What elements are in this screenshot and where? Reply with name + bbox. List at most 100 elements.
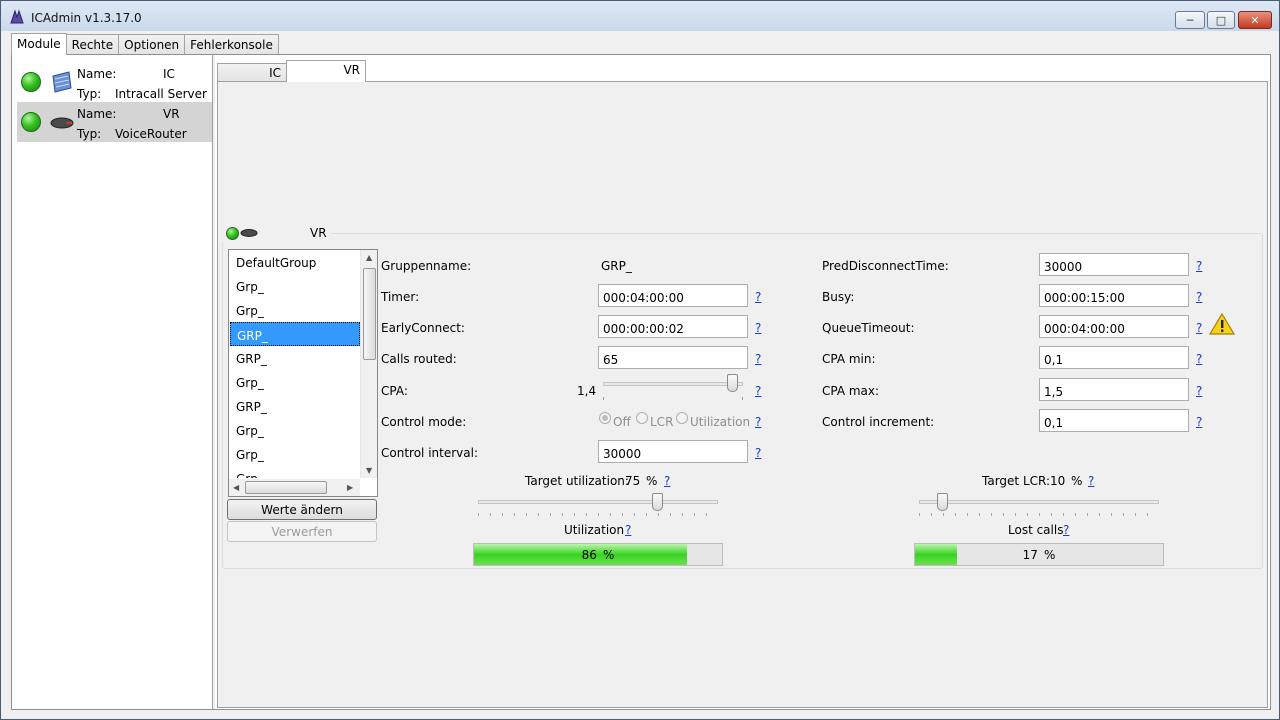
help-link[interactable]: ? (1196, 290, 1202, 304)
help-link[interactable]: ? (755, 415, 761, 429)
tab-module-vr[interactable]: VR (286, 60, 366, 82)
group-list[interactable]: DefaultGroup Grp_ Grp_ GRP_ GRP_ Grp_ GR… (228, 249, 378, 497)
minimize-icon: ─ (1186, 13, 1194, 27)
control-increment-label: Control increment: (822, 415, 935, 429)
help-link[interactable]: ? (755, 321, 761, 335)
module-tab-strip: IC VR (217, 60, 366, 82)
control-interval-label: Control interval: (381, 446, 478, 460)
radio-utilization-label: Utilization (690, 415, 751, 429)
vertical-scroll-thumb[interactable] (363, 268, 376, 360)
target-lcr-slider-track[interactable] (919, 500, 1159, 504)
cpa-min-field[interactable] (1039, 346, 1189, 369)
scroll-right-icon[interactable]: ▶ (347, 483, 353, 492)
list-item[interactable]: Grp_ (230, 466, 360, 478)
module-name-value: VR (163, 107, 180, 121)
early-connect-label: EarlyConnect: (381, 321, 465, 335)
module-tab-content: VR DefaultGroup Grp_ Grp_ GRP_ GRP_ Grp_… (217, 81, 1268, 708)
discard-button[interactable]: Verwerfen (227, 521, 377, 542)
radio-off[interactable] (599, 412, 611, 424)
target-lcr-label: Target LCR: (982, 474, 1051, 488)
cpa-value: 1,4 (577, 384, 597, 398)
vertical-scrollbar[interactable]: ▲ ▼ (360, 250, 377, 478)
scroll-left-icon[interactable]: ◀ (233, 483, 239, 492)
list-item[interactable]: Grp_ (230, 298, 360, 322)
tab-optionen[interactable]: Optionen (118, 34, 186, 55)
cpa-slider-track[interactable] (603, 382, 743, 386)
cpa-label: CPA: (381, 384, 408, 398)
control-interval-field[interactable] (598, 440, 748, 463)
help-link[interactable]: ? (1196, 415, 1202, 429)
radio-lcr[interactable] (636, 412, 648, 424)
lost-calls-value: 17 (1022, 547, 1038, 562)
main-tab-strip: Module Rechte Optionen Fehlerkonsole (11, 33, 279, 55)
help-link[interactable]: ? (1063, 523, 1069, 537)
target-utilization-ticks (478, 513, 718, 516)
group-box-header: VR (222, 224, 331, 242)
apply-values-button[interactable]: Werte ändern (227, 499, 377, 520)
tab-fehlerkonsole[interactable]: Fehlerkonsole (184, 34, 279, 55)
control-increment-field[interactable] (1039, 409, 1189, 432)
help-link[interactable]: ? (625, 523, 631, 537)
busy-field[interactable] (1039, 284, 1189, 307)
list-item[interactable]: GRP_ (230, 346, 360, 370)
queue-timeout-field[interactable] (1039, 315, 1189, 338)
router-icon (50, 117, 74, 129)
close-icon: ✕ (1250, 13, 1260, 27)
help-link[interactable]: ? (755, 352, 761, 366)
list-item-selected[interactable]: GRP_ (230, 322, 360, 346)
app-window: ICAdmin v1.3.17.0 ─ □ ✕ Module Rechte Op… (0, 0, 1280, 720)
tab-module[interactable]: Module (11, 33, 67, 55)
window-title: ICAdmin v1.3.17.0 (31, 11, 142, 25)
module-item-vr[interactable]: Name: VR Typ: VoiceRouter (17, 102, 213, 142)
radio-utilization[interactable] (676, 412, 688, 424)
minimize-button[interactable]: ─ (1175, 11, 1205, 29)
target-lcr-slider-thumb[interactable] (937, 493, 948, 511)
help-link[interactable]: ? (755, 384, 761, 398)
pane-splitter[interactable] (212, 55, 215, 709)
maximize-button[interactable]: □ (1207, 11, 1235, 29)
help-link[interactable]: ? (1196, 352, 1202, 366)
calls-routed-field[interactable] (598, 346, 748, 369)
scroll-up-icon[interactable]: ▲ (366, 253, 372, 262)
radio-off-label: Off (613, 415, 631, 429)
module-type-label: Typ: (77, 87, 102, 101)
scroll-down-icon[interactable]: ▼ (366, 466, 372, 475)
help-link[interactable]: ? (1196, 259, 1202, 273)
help-link[interactable]: ? (755, 446, 761, 460)
lost-calls-unit: % (1043, 547, 1056, 562)
target-utilization-slider-thumb[interactable] (652, 493, 663, 511)
cpa-max-field[interactable] (1039, 378, 1189, 401)
list-item[interactable]: DefaultGroup (230, 250, 360, 274)
module-item-ic[interactable]: Name: IC Typ: Intracall Server (17, 62, 213, 102)
list-item[interactable]: Grp_ (230, 418, 360, 442)
horizontal-scroll-thumb[interactable] (245, 481, 327, 494)
horizontal-scrollbar[interactable]: ◀ ▶ (229, 479, 360, 496)
help-link[interactable]: ? (664, 474, 670, 488)
list-item[interactable]: Grp_ (230, 442, 360, 466)
help-link[interactable]: ? (1088, 474, 1094, 488)
list-item[interactable]: Grp_ (230, 370, 360, 394)
list-item[interactable]: Grp_ (230, 274, 360, 298)
warning-icon (1209, 313, 1235, 335)
status-led-icon (21, 112, 41, 132)
status-led-icon (226, 226, 239, 240)
close-button[interactable]: ✕ (1238, 11, 1272, 29)
module-type-value: VoiceRouter (115, 127, 187, 141)
tab-content: Name: IC Typ: Intracall Server Name: VR … (11, 54, 1271, 710)
tab-module-ic[interactable]: IC (217, 63, 287, 82)
module-name-label: Name: (77, 67, 117, 81)
cpa-slider-thumb[interactable] (727, 374, 738, 392)
help-link[interactable]: ? (1196, 321, 1202, 335)
target-utilization-slider-track[interactable] (478, 500, 718, 504)
tab-rechte[interactable]: Rechte (65, 34, 120, 55)
pred-disconnect-field[interactable] (1039, 253, 1189, 276)
app-icon (10, 9, 24, 24)
title-bar[interactable]: ICAdmin v1.3.17.0 ─ □ ✕ (1, 1, 1279, 31)
early-connect-field[interactable] (598, 315, 748, 338)
help-link[interactable]: ? (755, 290, 761, 304)
module-name-label: Name: (77, 107, 117, 121)
help-link[interactable]: ? (1196, 384, 1202, 398)
maximize-icon: □ (1215, 13, 1227, 27)
timer-field[interactable] (598, 284, 748, 307)
list-item[interactable]: GRP_ (230, 394, 360, 418)
